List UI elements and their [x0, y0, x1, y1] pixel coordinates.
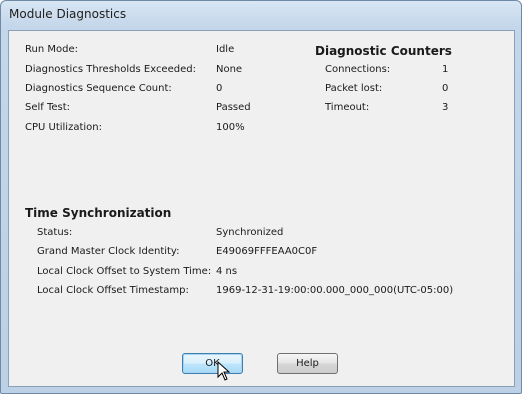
- sync-status-label: Status:: [37, 227, 73, 238]
- thresholds-exceeded-label: Diagnostics Thresholds Exceeded:: [25, 64, 196, 75]
- module-diagnostics-dialog: Module Diagnostics Run Mode: Idle Diagno…: [0, 0, 522, 394]
- connections-label: Connections:: [325, 64, 391, 75]
- ok-button[interactable]: OK: [182, 353, 243, 374]
- mouse-pointer-icon: [217, 361, 231, 381]
- sequence-count-label: Diagnostics Sequence Count:: [25, 83, 172, 94]
- packet-lost-value: 0: [442, 83, 449, 94]
- sync-status-value: Synchronized: [216, 227, 284, 238]
- thresholds-exceeded-value: None: [216, 64, 243, 75]
- cpu-utilization-label: CPU Utilization:: [25, 122, 102, 133]
- window-title: Module Diagnostics: [9, 7, 127, 21]
- time-synchronization-heading: Time Synchronization: [25, 206, 172, 220]
- connections-value: 1: [442, 64, 449, 75]
- offset-timestamp-value: 1969-12-31-19:00:00.000_000_000(UTC-05:0…: [216, 285, 454, 296]
- timeout-value: 3: [442, 102, 449, 113]
- clock-offset-value: 4 ns: [216, 266, 238, 277]
- diagnostic-counters-heading: Diagnostic Counters: [315, 44, 452, 58]
- run-mode-value: Idle: [216, 44, 235, 55]
- help-button[interactable]: Help: [277, 353, 338, 374]
- packet-lost-label: Packet lost:: [325, 83, 383, 94]
- grand-master-clock-value: E49069FFFEAA0C0F: [216, 246, 318, 257]
- dialog-body: Run Mode: Idle Diagnostics Thresholds Ex…: [8, 30, 515, 387]
- grand-master-clock-label: Grand Master Clock Identity:: [37, 246, 180, 257]
- self-test-label: Self Test:: [25, 102, 71, 113]
- self-test-value: Passed: [216, 102, 251, 113]
- cpu-utilization-value: 100%: [216, 122, 245, 133]
- offset-timestamp-label: Local Clock Offset Timestamp:: [37, 285, 189, 296]
- clock-offset-label: Local Clock Offset to System Time:: [37, 266, 212, 277]
- sequence-count-value: 0: [216, 83, 223, 94]
- run-mode-label: Run Mode:: [25, 44, 78, 55]
- timeout-label: Timeout:: [325, 102, 370, 113]
- title-bar[interactable]: Module Diagnostics: [1, 1, 521, 27]
